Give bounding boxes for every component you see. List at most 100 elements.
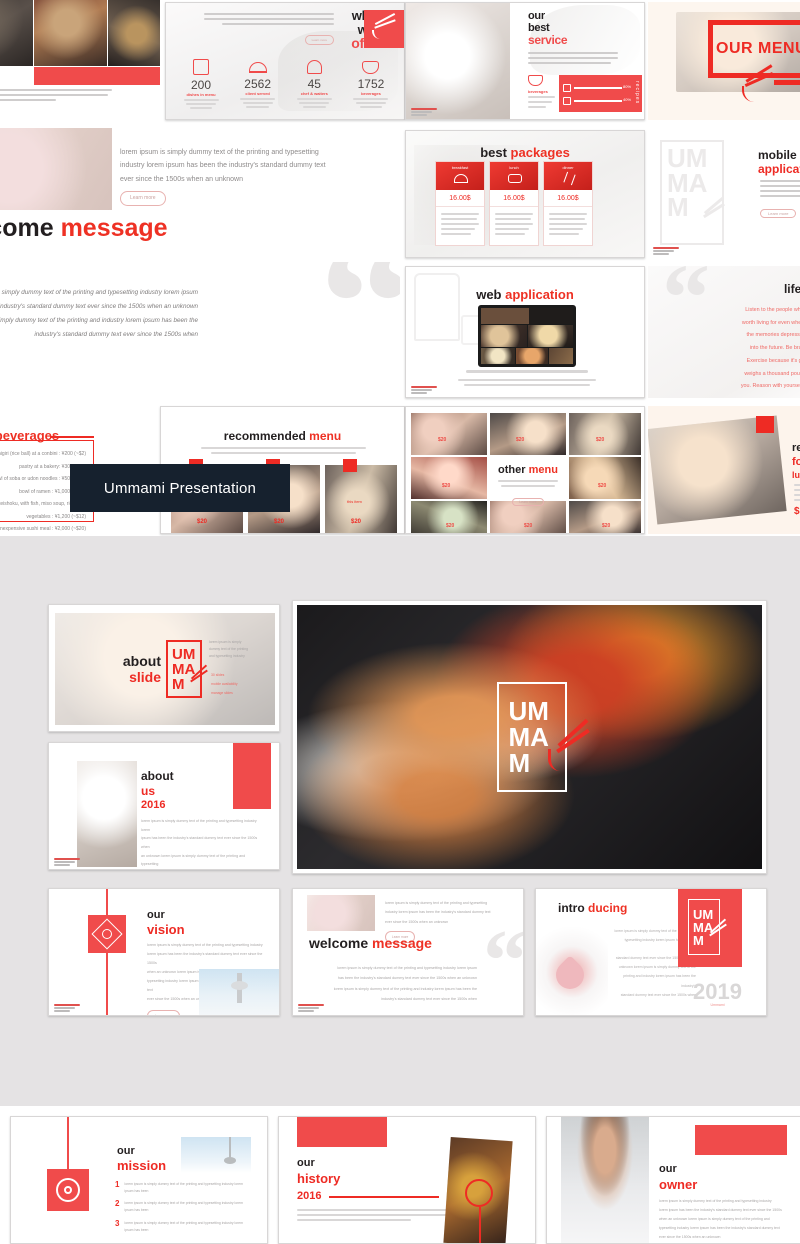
slide-introducing[interactable]: intro ducing lorem ipsum is simply dummy… [535, 888, 767, 1016]
slide-web-application[interactable]: web application [405, 266, 645, 398]
tile-price: $20 [602, 523, 611, 529]
learn-more-button[interactable]: Learn more [147, 1009, 181, 1015]
slide-recommended-food[interactable]: recommended food lunch set $ 25.00 [648, 406, 800, 534]
feature-text: mobile availability [211, 681, 238, 686]
slide-welcome-message[interactable]: lorem ipsum is simply dummy text of the … [0, 128, 400, 260]
learn-more-button[interactable]: Learn more [304, 35, 334, 45]
slide-about[interactable]: about slide UM MA M lorem ipsum is simpl… [48, 604, 280, 732]
title-accent: menu [528, 464, 558, 476]
stat-label: beverages [361, 91, 381, 96]
tile-price: $20 [596, 437, 605, 443]
title-plain: best [480, 145, 507, 160]
logo-line: M [693, 932, 704, 948]
cutlery-icon [563, 171, 576, 186]
package-card[interactable]: breakfast 16.00$ [435, 161, 485, 246]
title-accent: us [141, 784, 156, 798]
slide-our-best-service[interactable]: our best service beverages 80% 40% recip… [405, 2, 645, 120]
slide-welcome-quote[interactable]: “ lorem ipsum is simply dummy text of th… [0, 262, 400, 402]
price: $ 25.00 [794, 506, 800, 517]
title-line-2: food [792, 456, 800, 468]
slide-chefs[interactable] [0, 0, 160, 116]
ummami-watermark [411, 108, 437, 116]
title-accent: mission [117, 1158, 167, 1173]
title-line-1: our [528, 10, 545, 22]
mission-item: 3 lorem ipsum is simply dummy text of th… [115, 1218, 245, 1234]
body-line: lorem ipsum is simply dummy text of the … [141, 819, 257, 832]
hero-preview-image[interactable]: UM MA M [292, 600, 767, 874]
package-price: 16.00$ [544, 190, 592, 207]
quote-line: lorem ipsum is simply dummy text of the … [0, 316, 198, 324]
mission-item: 1 lorem ipsum is simply dummy text of th… [115, 1180, 245, 1195]
tile-price: $20 [598, 483, 607, 489]
item-label: beverages [528, 89, 548, 94]
quote-line: you. Reason with yourself when you have … [740, 383, 800, 390]
panel-title: recipes [634, 81, 640, 105]
slide-our-mission[interactable]: our mission 1 lorem ipsum is simply dumm… [10, 1116, 268, 1244]
quote-line: the memories depression takes away and [746, 332, 800, 339]
tile-price: $20 [438, 437, 447, 443]
title-line-3: lunch set [792, 470, 800, 480]
intro-line: lorem ipsum is simply dummy text of the … [385, 901, 488, 905]
slide-our-vision[interactable]: our vision lorem ipsum is simply dummy t… [48, 888, 280, 1016]
drink-icon [563, 97, 571, 105]
title-accent: history [297, 1171, 341, 1186]
package-name: breakfast [451, 165, 469, 170]
body-line: when an unknown lorem ipsum is simply du… [659, 1217, 770, 1222]
bar-value: 80% [623, 84, 632, 89]
slide-life-quotes[interactable]: “ life quotes Listen to the people who l… [648, 266, 800, 398]
learn-more-button[interactable]: Learn more [512, 498, 544, 506]
learn-more-button[interactable]: Learn more [120, 190, 166, 207]
title-accent: ducing [588, 901, 628, 915]
quote-author: Andrew Solomon [656, 396, 800, 398]
slide-other-menu[interactable]: other menu Learn more $20 $20 $20 $20 $2… [405, 406, 645, 534]
slide-our-history[interactable]: our history 2016 [278, 1116, 536, 1244]
title-plain: welcome [309, 935, 369, 951]
item-number: 3 [115, 1218, 120, 1228]
item-text: lorem ipsum is simply dummy text of the … [124, 1182, 243, 1194]
body-line: lorem ipsum has been the industry's stan… [147, 951, 263, 965]
title-line-3: service [528, 33, 568, 48]
stat-item: 2562 client served [233, 59, 283, 109]
quote-line: Exercise because it's good for you even … [746, 357, 800, 364]
mission-item: 2 lorem ipsum is simply dummy text of th… [115, 1200, 245, 1214]
slide-best-packages[interactable]: best packages breakfast 16.00$ lunch 16.… [405, 130, 645, 258]
item-number: 1 [115, 1180, 120, 1189]
price-item: vegetables : ¥1,200 (~$12) [26, 513, 86, 520]
tooltip-label: Ummami Presentation [103, 479, 257, 497]
bottle-outline-icon [414, 273, 460, 341]
title-plain: our [659, 1163, 677, 1175]
chopsticks-badge [364, 10, 404, 48]
quote-line: into the future. Be brave; be strong; ta… [749, 345, 800, 352]
card-badge-icon [756, 416, 774, 433]
package-card[interactable]: dinner 16.00$ [543, 161, 593, 246]
item-text: lorem ipsum is simply dummy text of the … [124, 1220, 243, 1232]
stat-value: 200 [190, 78, 212, 92]
title-plain: our [117, 1145, 135, 1157]
intro-line: lorem ipsum is simply dummy text of the … [120, 149, 319, 156]
slide-welcome-message-2[interactable]: lorem ipsum is simply dummy text of the … [292, 888, 524, 1016]
burger-icon [563, 84, 571, 92]
body-line: printing and industry lorem ipsum has be… [623, 974, 696, 988]
package-card[interactable]: lunch 16.00$ [489, 161, 539, 246]
menu-card[interactable]: this item $20 [325, 459, 397, 533]
stat-label: client served [245, 91, 270, 96]
slide-mobile-application[interactable]: UM MA M mobile application Learn more [648, 130, 800, 258]
slide-what-we-offer[interactable]: Learn more what we offer 200 dishes in m… [165, 2, 405, 120]
slide-our-menu[interactable]: OUR MENU [648, 2, 800, 120]
logo-line: UM [172, 645, 196, 663]
tile-price: $20 [524, 523, 533, 529]
year: 2016 [141, 799, 166, 811]
beverages-icon [362, 61, 380, 74]
slide-our-owner[interactable]: our owner lorem ipsum is simply dummy te… [546, 1116, 800, 1244]
learn-more-button[interactable]: Learn more [760, 209, 797, 218]
quote-line: has been the industry's standard dummy t… [0, 302, 198, 310]
title-plain: about [122, 653, 161, 669]
ummami-watermark [653, 247, 679, 255]
laptop-mockup [478, 305, 576, 367]
target-icon [88, 915, 126, 953]
slide-about-us[interactable]: about us 2016 lorem ipsum is simply dumm… [48, 742, 280, 870]
title-plain: about [141, 769, 174, 783]
feature-text: 30 slides [211, 673, 225, 677]
progress-bar [574, 100, 622, 102]
body-line: typesetting industry lorem ipsum has bee… [659, 1226, 780, 1231]
